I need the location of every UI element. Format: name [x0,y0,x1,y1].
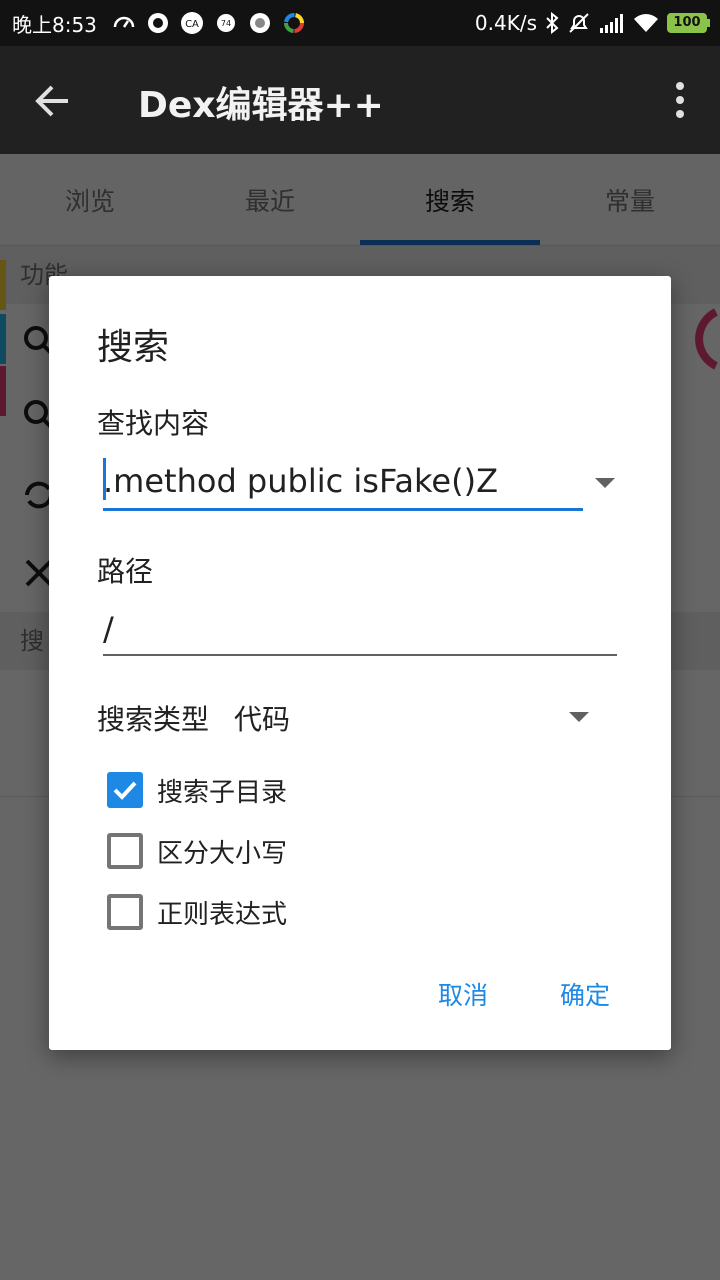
ok-button[interactable]: 确定 [560,976,610,1012]
battery-icon: 100 [667,13,710,33]
path-input-underline [103,654,617,656]
checkbox-case-sensitive[interactable] [107,833,143,869]
more-vert-icon[interactable] [670,80,690,120]
app-title: Dex编辑器++ [138,85,384,126]
wifi-icon [634,14,658,32]
search-type-label: 搜索类型 [97,703,210,736]
net-speed: 0.4K/s [474,11,537,35]
svg-text:74: 74 [221,19,231,28]
record-icon [250,13,270,33]
search-dialog: 搜索 查找内容 .method public isFake()Z 路径 / 搜索… [49,276,671,1050]
battery-level: 100 [667,13,707,33]
path-label: 路径 [97,555,154,588]
checkmark-icon [113,781,137,800]
cancel-button[interactable]: 取消 [438,976,488,1012]
option-regex-label: 正则表达式 [157,899,288,930]
path-input[interactable]: / [103,610,114,648]
find-input-underline [103,508,583,511]
status-time: 晚上8:53 [12,13,97,37]
svg-text:CA: CA [185,19,199,30]
color-ring-icon [284,13,304,33]
option-subdirs-label: 搜索子目录 [157,777,288,808]
option-case-sensitive[interactable]: 区分大小写 [107,831,287,871]
app-bar: Dex编辑器++ [0,46,720,154]
status-bar: 晚上8:53 CA 74 0.4K/s 100 [0,0,720,46]
checkbox-regex[interactable] [107,894,143,930]
search-type-select[interactable]: 代码 [234,698,290,738]
badge-74-icon: 74 [217,14,235,32]
find-label: 查找内容 [97,407,210,440]
arrow-left-icon[interactable] [30,78,76,124]
option-case-sensitive-label: 区分大小写 [157,838,288,869]
bluetooth-icon [546,11,559,35]
search-type-dropdown-icon[interactable] [569,712,589,722]
dialog-title: 搜索 [97,327,170,368]
checkbox-subdirs[interactable] [107,772,143,808]
infinity-icon: CA [181,12,203,34]
find-input[interactable]: .method public isFake()Z [103,462,498,500]
alarm-off-icon [569,13,589,33]
option-subdirs[interactable]: 搜索子目录 [107,770,287,810]
signal-icon [600,14,623,33]
option-regex[interactable]: 正则表达式 [107,892,287,932]
notification-icons: CA 74 [112,11,306,35]
speedometer-icon [113,16,135,28]
find-history-dropdown-icon[interactable] [595,478,615,488]
circle-dot-icon [148,13,168,33]
system-icons: 0.4K/s 100 [475,9,710,37]
